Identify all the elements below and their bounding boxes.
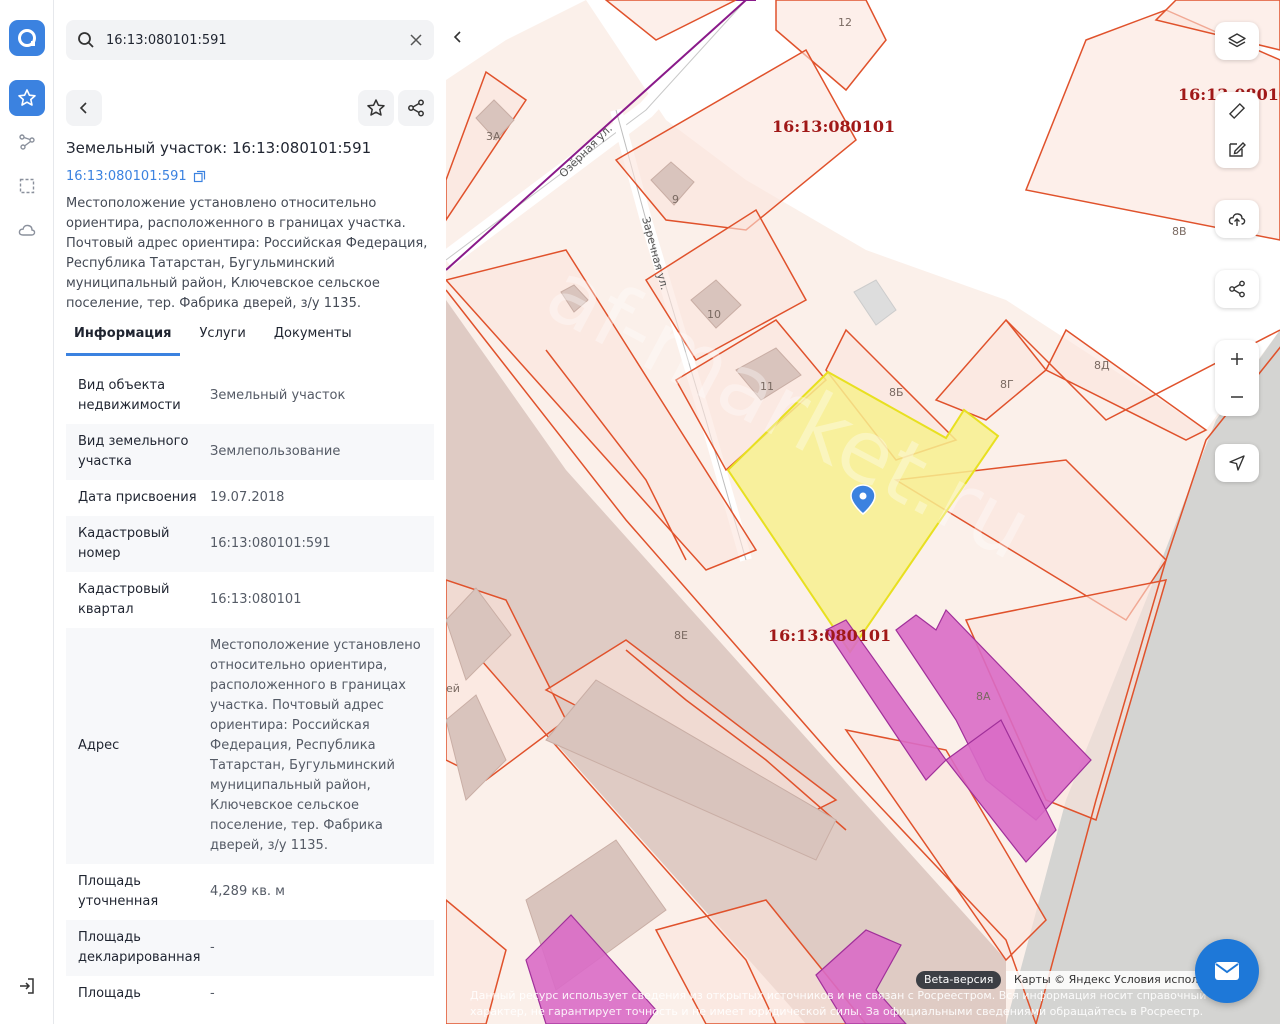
row-value: 4,289 кв. м (210, 884, 285, 899)
zoom-in-icon[interactable] (1215, 340, 1259, 378)
collapse-panel-button[interactable] (446, 20, 470, 54)
table-row: Площадь уточненная 4,289 кв. м (66, 864, 434, 920)
row-key: Адрес (78, 738, 120, 753)
row-key: Площадь уточненная (78, 874, 159, 909)
contact-mail-button[interactable] (1195, 939, 1259, 1003)
row-key: Кадастровый квартал (78, 582, 170, 617)
chevron-left-icon (79, 102, 87, 114)
page-title: Земельный участок: 16:13:080101:591 (66, 139, 372, 157)
row-value: Землепользование (210, 444, 341, 459)
row-value: Земельный участок (210, 388, 346, 403)
favorite-button[interactable] (358, 90, 394, 126)
clear-search-icon[interactable] (408, 32, 424, 52)
map-share-tool (1215, 270, 1259, 308)
row-key: Кадастровый номер (78, 526, 170, 561)
row-value: 16:13:080101:591 (210, 536, 331, 551)
row-key: Площадь декларированная (78, 930, 201, 965)
row-key: Площадь (78, 986, 141, 1001)
table-row: Кадастровый номер 16:13:080101:591 (66, 516, 434, 572)
ruler-icon[interactable] (1215, 92, 1259, 130)
parcel-number-label: 9 (672, 193, 679, 206)
row-key: Вид земельного участка (78, 434, 189, 469)
row-value: - (210, 986, 215, 1001)
search-bar (66, 20, 434, 60)
row-value: 16:13:080101 (210, 592, 302, 607)
quarter-label: 16:13:080101 (768, 626, 891, 645)
mail-icon (1215, 962, 1239, 980)
map-attribution[interactable]: Карты © Яндекс Условия использования (1006, 971, 1206, 989)
map-canvas[interactable]: af-market.ru 16:13:080101 16:13:080101 1… (446, 0, 1280, 1024)
tab-documents[interactable]: Документы (266, 322, 360, 356)
tabs: Информация Услуги Документы (66, 322, 372, 356)
parcel-number-label: ей (446, 682, 460, 695)
table-row: Вид объекта недвижимости Земельный участо… (66, 368, 434, 424)
table-row: Адрес Местоположение установлено относите… (66, 628, 434, 864)
row-key: Вид объекта недвижимости (78, 378, 181, 413)
info-table: Вид объекта недвижимости Земельный участо… (66, 368, 434, 1012)
navigation-arrow-icon[interactable] (1215, 444, 1259, 482)
favorites-star-icon[interactable] (9, 80, 45, 116)
login-icon[interactable] (9, 968, 45, 1004)
parcel-number-label: 8Д (1094, 359, 1110, 372)
table-row: Кадастровый квартал 16:13:080101 (66, 572, 434, 628)
geolocation-tool (1215, 444, 1259, 482)
edit-icon[interactable] (1215, 130, 1259, 168)
parcel-number-label: 8Г (1000, 378, 1014, 391)
upload-tool (1215, 200, 1259, 238)
parcel-number-label: 10 (707, 308, 721, 321)
map-layer[interactable]: af-market.ru 16:13:080101 16:13:080101 1… (446, 0, 1280, 1024)
route-icon[interactable] (9, 124, 45, 160)
row-value: Местоположение установлено относительно … (210, 638, 421, 853)
table-row: Площадь - (66, 976, 434, 1012)
table-row: Дата присвоения 19.07.2018 (66, 480, 434, 516)
parcel-number-label: 8Б (889, 386, 904, 399)
table-row: Площадь декларированная - (66, 920, 434, 976)
info-panel: Земельный участок: 16:13:080101:591 16:1… (54, 0, 446, 1024)
copy-icon[interactable] (193, 170, 206, 183)
app-logo-icon[interactable] (9, 20, 45, 56)
search-icon[interactable] (76, 30, 96, 54)
row-value: 19.07.2018 (210, 490, 285, 505)
measure-tools (1215, 92, 1259, 168)
layers-icon[interactable] (1215, 22, 1259, 60)
select-area-icon[interactable] (9, 168, 45, 204)
tab-information[interactable]: Информация (66, 322, 180, 356)
parcel-number-label: 8В (1172, 225, 1187, 238)
parcel-number-label: 11 (760, 380, 774, 393)
row-value: - (210, 940, 215, 955)
parcel-number-label: 8Е (674, 629, 688, 642)
share-button[interactable] (398, 90, 434, 126)
share-icon[interactable] (1215, 270, 1259, 308)
parcel-number-label: 12 (838, 16, 852, 29)
zoom-controls (1215, 340, 1259, 416)
parcel-number-label: 3А (486, 130, 501, 143)
row-key: Дата присвоения (78, 490, 197, 505)
quarter-label: 16:13:080101 (772, 117, 895, 136)
map-disclaimer: Данный ресурс использует сведения из отк… (470, 989, 1207, 1018)
layers-tool (1215, 22, 1259, 60)
table-row: Вид земельного участка Землепользование (66, 424, 434, 480)
parcel-description: Местоположение установлено относительно … (66, 196, 428, 311)
chevron-left-icon (453, 31, 461, 43)
back-button[interactable] (66, 90, 102, 126)
cloud-upload-icon[interactable] (1215, 200, 1259, 238)
left-rail (0, 0, 54, 1024)
star-icon (367, 99, 385, 116)
beta-badge: Beta-версия (916, 971, 1002, 989)
cloud-icon[interactable] (9, 212, 45, 248)
search-input[interactable] (106, 20, 396, 60)
share-icon (408, 99, 424, 117)
parcel-number-label: 8А (976, 690, 991, 703)
cadastral-number-link[interactable]: 16:13:080101:591 (66, 169, 206, 184)
cadastral-number-text[interactable]: 16:13:080101:591 (66, 169, 187, 184)
tab-services[interactable]: Услуги (192, 322, 254, 356)
zoom-out-icon[interactable] (1215, 378, 1259, 416)
